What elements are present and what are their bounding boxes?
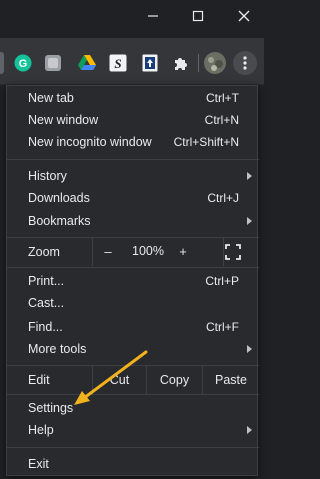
page-upload-extension-icon[interactable]	[140, 53, 160, 73]
menu-separator	[7, 267, 259, 268]
cut-button[interactable]: Cut	[92, 366, 146, 394]
menu-item-label: Help	[28, 423, 54, 437]
shortcut-label: Ctrl+F	[206, 320, 239, 334]
shortcut-label: Ctrl+J	[207, 191, 239, 205]
menu-item-settings[interactable]: Settings	[7, 397, 259, 419]
menu-item-new-window[interactable]: New window Ctrl+N	[7, 109, 259, 131]
kebab-menu-button[interactable]	[233, 51, 257, 75]
menu-separator	[7, 394, 259, 395]
zoom-label: Zoom	[28, 245, 60, 259]
svg-text:G: G	[19, 58, 28, 70]
copy-button[interactable]: Copy	[146, 366, 202, 394]
fullscreen-icon	[225, 244, 241, 260]
close-button[interactable]	[221, 0, 267, 32]
menu-item-new-tab[interactable]: New tab Ctrl+T	[7, 87, 259, 109]
menu-separator	[7, 159, 259, 160]
toolbar-divider	[198, 54, 199, 72]
maximize-icon	[192, 10, 204, 22]
menu-item-label: More tools	[28, 342, 87, 356]
shortcut-label: Ctrl+P	[205, 274, 239, 288]
menu-item-label: New incognito window	[28, 135, 152, 149]
kebab-menu-icon	[243, 56, 247, 70]
menu-item-cast[interactable]: Cast...	[7, 292, 259, 314]
submenu-arrow-icon	[247, 345, 252, 353]
menu-item-label: Print...	[28, 274, 65, 288]
zoom-out-button[interactable]: –	[98, 244, 118, 259]
close-icon	[238, 10, 250, 22]
menu-item-more-tools[interactable]: More tools	[7, 338, 259, 360]
zoom-divider	[223, 238, 224, 266]
paste-button[interactable]: Paste	[202, 366, 259, 394]
menu-item-history[interactable]: History	[7, 165, 259, 187]
menu-item-exit[interactable]: Exit	[7, 453, 259, 475]
menu-item-label: Downloads	[28, 191, 90, 205]
menu-item-label: Bookmarks	[28, 214, 91, 228]
submenu-arrow-icon	[247, 172, 252, 180]
submenu-arrow-icon	[247, 426, 252, 434]
shortcut-label: Ctrl+T	[206, 91, 239, 105]
minimize-button[interactable]	[130, 0, 176, 32]
grammarly-extension-icon[interactable]: G	[13, 53, 33, 73]
menu-item-downloads[interactable]: Downloads Ctrl+J	[7, 187, 259, 209]
menu-separator	[7, 447, 259, 448]
svg-text:S: S	[114, 56, 121, 71]
generic-extension-icon[interactable]	[43, 53, 63, 73]
submenu-arrow-icon	[247, 217, 252, 225]
maximize-button[interactable]	[175, 0, 221, 32]
menu-item-label: Settings	[28, 401, 74, 415]
google-drive-icon[interactable]	[77, 53, 97, 73]
menu-item-label: Find...	[28, 320, 63, 334]
menu-item-label: Exit	[28, 457, 49, 471]
zoom-controls: – 100% +	[92, 238, 259, 266]
menu-item-new-incognito-window[interactable]: New incognito window Ctrl+Shift+N	[7, 131, 259, 153]
zoom-level: 100%	[132, 244, 164, 258]
menu-item-help[interactable]: Help	[7, 419, 259, 441]
title-bar	[0, 0, 264, 38]
edit-row: Edit Cut Copy Paste	[7, 366, 259, 394]
omnibox-edge	[0, 52, 4, 74]
puzzle-extensions-icon[interactable]	[171, 53, 191, 73]
menu-item-label: History	[28, 169, 67, 183]
zoom-row: Zoom – 100% +	[7, 238, 259, 266]
minimize-icon	[148, 15, 158, 17]
edit-label: Edit	[28, 373, 50, 387]
menu-item-label: New tab	[28, 91, 74, 105]
menu-item-print[interactable]: Print... Ctrl+P	[7, 270, 259, 292]
s-extension-icon[interactable]: S	[108, 53, 128, 73]
chrome-main-menu: New tab Ctrl+T New window Ctrl+N New inc…	[6, 85, 259, 476]
zoom-in-button[interactable]: +	[173, 244, 193, 259]
menu-item-bookmarks[interactable]: Bookmarks	[7, 210, 259, 232]
menu-item-label: Cast...	[28, 296, 65, 310]
fullscreen-button[interactable]	[225, 244, 241, 260]
menu-item-find[interactable]: Find... Ctrl+F	[7, 316, 259, 338]
profile-avatar[interactable]	[204, 52, 226, 74]
shortcut-label: Ctrl+N	[204, 113, 239, 127]
shortcut-label: Ctrl+Shift+N	[173, 135, 239, 149]
menu-item-label: New window	[28, 113, 99, 127]
browser-toolbar: G S	[0, 38, 264, 85]
